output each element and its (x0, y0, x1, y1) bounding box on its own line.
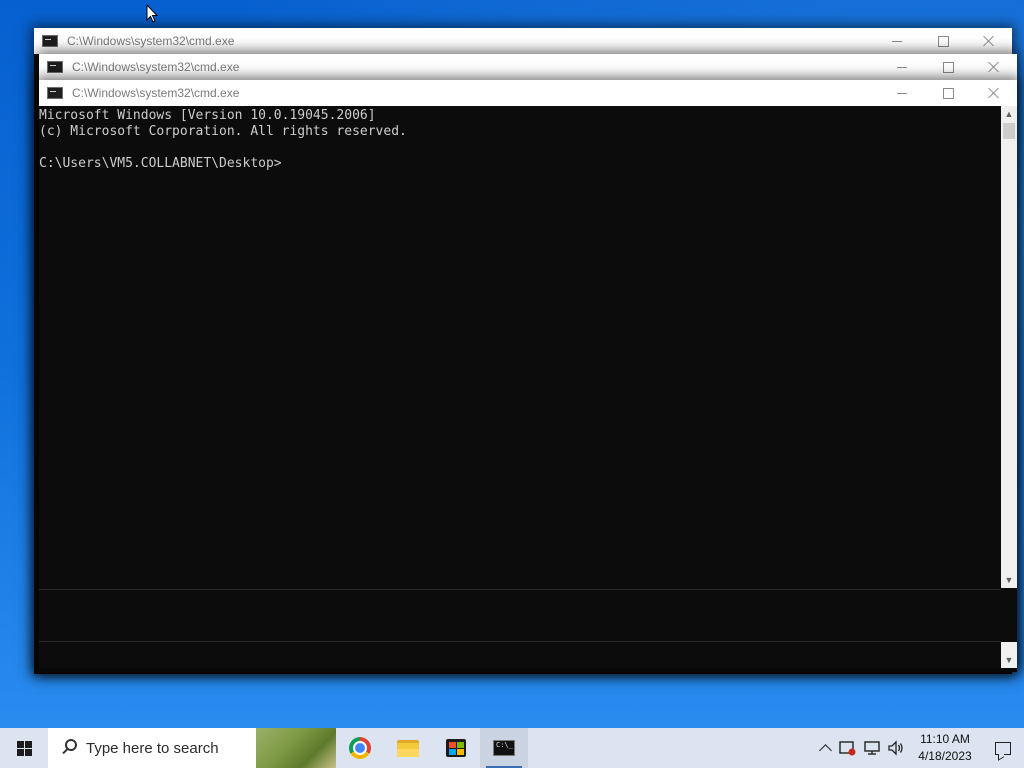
title-bar[interactable]: C:\Windows\system32\cmd.exe (39, 54, 1017, 80)
system-tray: 11:10 AM 4/18/2023 (814, 728, 1024, 768)
taskbar: Type here to search C:\_ 11:10 AM 4/18/2… (0, 728, 1024, 768)
taskbar-file-explorer[interactable] (384, 728, 432, 768)
mouse-cursor-icon (146, 4, 158, 23)
search-placeholder: Type here to search (86, 739, 219, 757)
file-explorer-icon (397, 739, 419, 757)
maximize-icon (937, 35, 949, 47)
title-bar[interactable]: C:\Windows\system32\cmd.exe (34, 28, 1012, 54)
close-button[interactable] (966, 28, 1012, 54)
scroll-down-icon[interactable]: ▼ (1001, 572, 1017, 588)
network-tray-button[interactable] (860, 728, 884, 768)
console-line: Microsoft Windows [Version 10.0.19045.20… (39, 108, 376, 123)
vertical-scrollbar[interactable]: ▼ (1001, 642, 1017, 668)
maximize-button[interactable] (920, 28, 966, 54)
search-highlight-image (256, 728, 336, 768)
show-hidden-icons-button[interactable] (814, 728, 836, 768)
maximize-icon (942, 87, 954, 99)
close-icon (988, 61, 1000, 73)
scroll-down-icon[interactable]: ▼ (1001, 652, 1017, 668)
minimize-button[interactable] (879, 54, 925, 80)
network-icon (864, 741, 880, 755)
title-bar[interactable]: C:\Windows\system32\cmd.exe (39, 80, 1017, 106)
start-button[interactable] (0, 728, 48, 768)
taskbar-microsoft-store[interactable] (432, 728, 480, 768)
minimize-icon (897, 66, 907, 68)
maximize-icon (942, 61, 954, 73)
close-icon (983, 35, 995, 47)
volume-icon (888, 740, 903, 756)
cmd-icon: C:\_ (493, 740, 515, 756)
defender-alert-icon (839, 741, 856, 756)
taskbar-clock[interactable]: 11:10 AM 4/18/2023 (908, 731, 982, 765)
console-output[interactable]: Microsoft Windows [Version 10.0.19045.20… (39, 106, 1001, 588)
console-prompt: C:\Users\VM5.COLLABNET\Desktop> (39, 156, 282, 171)
chrome-icon (349, 737, 371, 759)
scroll-up-icon[interactable]: ▲ (1001, 106, 1017, 122)
close-icon (988, 87, 1000, 99)
cmd-app-icon (47, 61, 63, 73)
notification-center-button[interactable] (982, 728, 1024, 768)
volume-tray-button[interactable] (884, 728, 908, 768)
close-button[interactable] (971, 80, 1017, 106)
security-tray-button[interactable] (836, 728, 860, 768)
console-line: (c) Microsoft Corporation. All rights re… (39, 124, 407, 139)
windows-logo-icon (16, 740, 32, 756)
cmd-app-icon (47, 87, 63, 99)
vertical-scrollbar[interactable]: ▲ ▼ (1001, 106, 1017, 588)
maximize-button[interactable] (925, 54, 971, 80)
scroll-thumb[interactable] (1003, 123, 1015, 139)
taskbar-cmd[interactable]: C:\_ (480, 728, 528, 768)
taskbar-search-box[interactable]: Type here to search (48, 728, 336, 768)
pane-divider (39, 641, 1001, 642)
minimize-button[interactable] (874, 28, 920, 54)
window-title: C:\Windows\system32\cmd.exe (72, 86, 240, 100)
window-title: C:\Windows\system32\cmd.exe (67, 34, 235, 48)
microsoft-store-icon (446, 739, 466, 757)
clock-date: 4/18/2023 (918, 749, 972, 763)
search-icon (60, 739, 78, 757)
pane-divider (39, 589, 1001, 590)
minimize-button[interactable] (879, 80, 925, 106)
maximize-button[interactable] (925, 80, 971, 106)
notification-icon (995, 741, 1011, 755)
close-button[interactable] (971, 54, 1017, 80)
minimize-icon (897, 92, 907, 94)
minimize-icon (892, 40, 902, 42)
chevron-up-icon (818, 744, 832, 757)
window-title: C:\Windows\system32\cmd.exe (72, 60, 240, 74)
cmd-app-icon (42, 35, 58, 47)
cmd-window-front[interactable]: C:\Windows\system32\cmd.exe Microsoft Wi… (39, 80, 1017, 668)
taskbar-chrome[interactable] (336, 728, 384, 768)
clock-time: 11:10 AM (920, 732, 970, 746)
